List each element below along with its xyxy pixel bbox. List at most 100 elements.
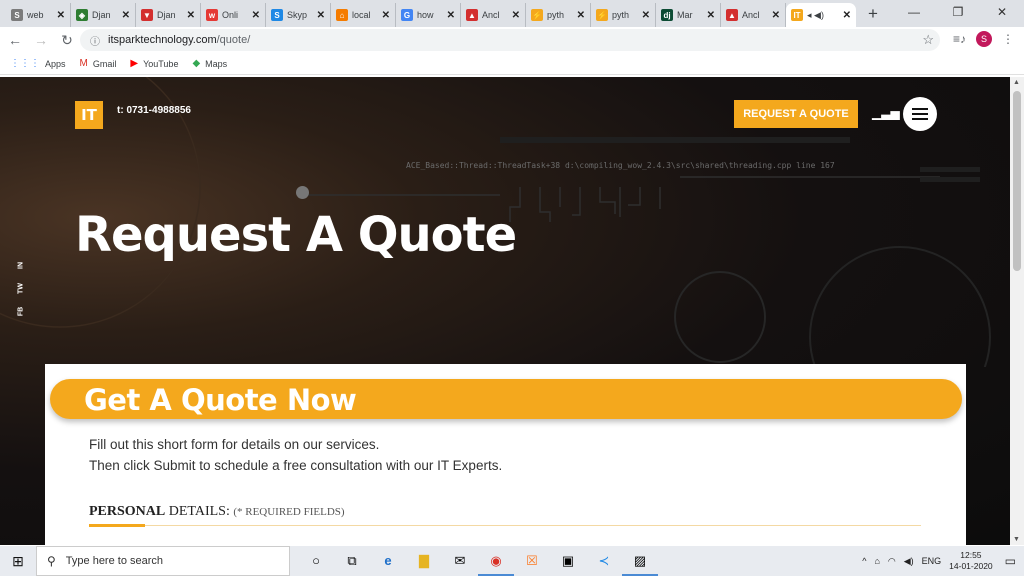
browser-tab[interactable]: S Skyp ✕ (266, 3, 331, 27)
terminal-icon[interactable]: ▣ (550, 546, 586, 576)
background-code-text: ACE_Based::Thread::ThreadTask+38 d:\comp… (406, 161, 835, 170)
browser-tab[interactable]: ⚡ pyth ✕ (591, 3, 656, 27)
tab-close-icon[interactable]: ✕ (447, 10, 455, 21)
wifi-icon[interactable]: ◠ (888, 556, 896, 567)
linkedin-link[interactable]: IN (18, 258, 25, 274)
tab-favicon-icon: ⚡ (531, 9, 543, 21)
bar-chart-icon[interactable]: ▁▃▅ (872, 106, 900, 120)
tab-title: Ancl (742, 10, 760, 20)
cortana-icon[interactable]: ○ (298, 546, 334, 576)
tab-favicon-icon: ▲ (726, 9, 738, 21)
tab-close-icon[interactable]: ✕ (317, 10, 325, 21)
new-tab-button[interactable]: + (868, 3, 878, 27)
site-logo[interactable]: IT (75, 101, 103, 129)
browser-tab[interactable]: ◈ Djan ✕ (71, 3, 136, 27)
network-icon[interactable]: ⌂ (874, 556, 879, 566)
tab-close-icon[interactable]: ✕ (122, 10, 130, 21)
tray-chevron-icon[interactable]: ^ (862, 556, 866, 566)
request-quote-button[interactable]: REQUEST A QUOTE (734, 100, 858, 128)
bookmark-star-icon[interactable]: ☆ (922, 32, 934, 48)
section-divider (89, 524, 921, 527)
tab-close-icon[interactable]: ✕ (512, 10, 520, 21)
file-explorer-icon[interactable]: ▇ (406, 546, 442, 576)
slider-dot (296, 186, 309, 199)
browser-toolbar: ← → ↻ ⓘ itsparktechnology.com/quote/ ☆ ≡… (0, 27, 1024, 53)
vscode-icon[interactable]: ≺ (586, 546, 622, 576)
clock[interactable]: 12:55 14-01-2020 (949, 550, 992, 572)
bookmark-item[interactable]: M Gmail (80, 58, 117, 69)
browser-menu-icon[interactable]: ⋮ (1002, 32, 1014, 46)
language-indicator[interactable]: ENG (922, 556, 942, 566)
url-path: /quote/ (216, 34, 251, 46)
facebook-link[interactable]: FB (18, 304, 25, 320)
hamburger-menu-button[interactable] (903, 97, 937, 131)
browser-tab[interactable]: ⚡ pyth ✕ (526, 3, 591, 27)
tab-title: pyth (612, 10, 630, 20)
tab-close-icon[interactable]: ✕ (772, 10, 780, 21)
tab-close-icon[interactable]: ✕ (707, 10, 715, 21)
scrollbar-thumb[interactable] (1013, 91, 1021, 271)
tab-close-icon[interactable]: ✕ (843, 10, 851, 21)
photos-icon[interactable]: ▨ (622, 546, 658, 576)
menu-line (912, 113, 928, 115)
browser-tab[interactable]: ▲ Ancl ✕ (461, 3, 526, 27)
tab-close-icon[interactable]: ✕ (642, 10, 650, 21)
browser-tab[interactable]: ▼ Djan ✕ (136, 3, 201, 27)
back-icon[interactable]: ← (4, 32, 26, 48)
browser-tab[interactable]: ⌂ local ✕ (331, 3, 396, 27)
tab-close-icon[interactable]: ✕ (252, 10, 260, 21)
tab-favicon-icon: ⌂ (336, 9, 348, 21)
clock-date: 14-01-2020 (949, 561, 993, 571)
browser-tab[interactable]: ᴡ Onli ✕ (201, 3, 266, 27)
tab-close-icon[interactable]: ✕ (577, 10, 585, 21)
tab-audio-icon[interactable]: ◂ ◀) (807, 10, 840, 21)
browser-tab[interactable]: dj Mar ✕ (656, 3, 721, 27)
volume-icon[interactable]: ◀) (904, 556, 914, 567)
task-view-icon[interactable]: ⧉ (334, 546, 370, 576)
search-icon: ⚲ (47, 554, 56, 568)
tab-close-icon[interactable]: ✕ (187, 10, 195, 21)
tab-favicon-icon: G (401, 9, 413, 21)
phone-number[interactable]: t: 0731-4988856 (117, 105, 191, 116)
profile-avatar[interactable]: S (976, 31, 992, 47)
minimize-icon[interactable]: — (892, 0, 936, 27)
tab-close-icon[interactable]: ✕ (57, 10, 65, 21)
tab-favicon-icon: dj (661, 9, 673, 21)
restore-icon[interactable]: ❐ (936, 0, 980, 27)
address-bar[interactable]: ⓘ itsparktechnology.com/quote/ ☆ (80, 29, 940, 51)
bookmark-icon: ⋮⋮⋮ (10, 58, 40, 69)
info-icon[interactable]: ⓘ (90, 33, 100, 48)
close-window-icon[interactable]: ✕ (980, 0, 1024, 27)
page-scrollbar[interactable]: ▲ ▼ (1010, 77, 1024, 545)
tab-title: Ancl (482, 10, 500, 20)
browser-tab[interactable]: Sweb ✕ (6, 3, 71, 27)
tab-title: Skyp (287, 10, 308, 20)
bookmark-item[interactable]: ⋮⋮⋮ Apps (10, 58, 66, 69)
bookmark-icon: ▶ (130, 58, 139, 69)
tab-title: web (27, 10, 44, 20)
chrome-icon[interactable]: ◉ (478, 546, 514, 576)
tab-close-icon[interactable]: ✕ (382, 10, 390, 21)
section-heading-bold: PERSONAL (89, 504, 166, 519)
section-heading-rest: DETAILS: (168, 504, 230, 519)
forward-icon[interactable]: → (30, 32, 52, 48)
intro-line-1: Fill out this short form for details on … (89, 437, 380, 452)
browser-tab-active[interactable]: IT ◂ ◀) ✕ (786, 3, 856, 27)
xampp-icon[interactable]: ☒ (514, 546, 550, 576)
notifications-icon[interactable]: ▭ (1005, 554, 1016, 568)
scroll-down-icon[interactable]: ▼ (1013, 536, 1020, 543)
url-host: itsparktechnology.com (108, 34, 217, 46)
twitter-link[interactable]: TW (18, 281, 25, 297)
taskbar-search[interactable]: ⚲ Type here to search (36, 546, 290, 576)
browser-tab[interactable]: ▲ Ancl ✕ (721, 3, 786, 27)
bookmark-item[interactable]: ◆ Maps (192, 58, 227, 69)
media-control-icon[interactable]: ≡♪ (953, 32, 966, 46)
scroll-up-icon[interactable]: ▲ (1013, 79, 1020, 86)
mail-icon[interactable]: ✉ (442, 546, 478, 576)
reload-icon[interactable]: ↻ (56, 32, 78, 49)
windows-start-icon[interactable]: ⊞ (0, 553, 36, 570)
browser-tab[interactable]: Ghow ✕ (396, 3, 461, 27)
tab-title: pyth (547, 10, 565, 20)
edge-icon[interactable]: e (370, 546, 406, 576)
bookmark-item[interactable]: ▶ YouTube (130, 58, 178, 69)
